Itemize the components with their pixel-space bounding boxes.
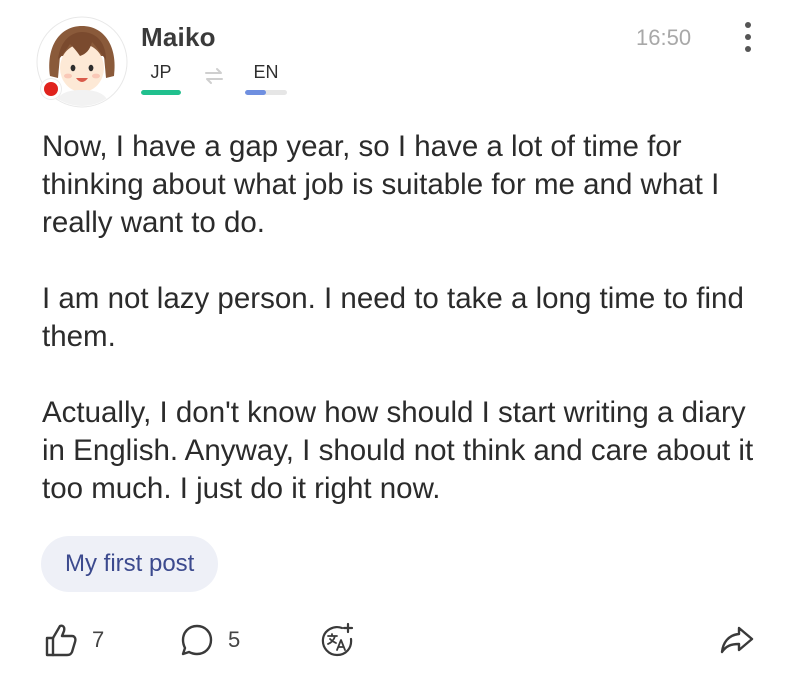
native-language: JP [141, 62, 181, 95]
status-dot [40, 78, 62, 100]
share-button[interactable] [718, 620, 756, 660]
learning-language-level-fill [245, 90, 266, 95]
tag-chip[interactable]: My first post [41, 536, 219, 592]
learning-language-code: EN [253, 62, 279, 82]
avatar[interactable] [36, 16, 128, 108]
post-body: Now, I have a gap year, so I have a lot … [42, 128, 772, 546]
learning-language: EN [245, 62, 287, 95]
native-language-level-fill [141, 90, 181, 95]
more-options-icon[interactable] [742, 20, 754, 54]
translate-icon [321, 622, 354, 657]
post-paragraph: I am not lazy person. I need to take a l… [42, 282, 744, 353]
thumbs-up-icon [45, 624, 77, 657]
username[interactable]: Maiko [141, 22, 216, 53]
speech-bubble-icon [181, 624, 213, 656]
post-paragraph: Actually, I don't know how should I star… [42, 396, 754, 505]
share-arrow-icon [720, 626, 754, 654]
comment-button[interactable]: 5 [180, 620, 240, 660]
translate-button[interactable] [318, 620, 356, 660]
native-language-code: JP [150, 62, 172, 82]
post-timestamp: 16:50 [636, 25, 692, 50]
comment-count: 5 [228, 627, 241, 652]
like-button[interactable]: 7 [44, 620, 104, 660]
swap-arrows-icon [205, 68, 223, 84]
post-paragraph: Now, I have a gap year, so I have a lot … [42, 130, 720, 239]
like-count: 7 [92, 627, 105, 652]
native-language-level-bar [141, 90, 181, 95]
learning-language-level-bar [245, 90, 287, 95]
